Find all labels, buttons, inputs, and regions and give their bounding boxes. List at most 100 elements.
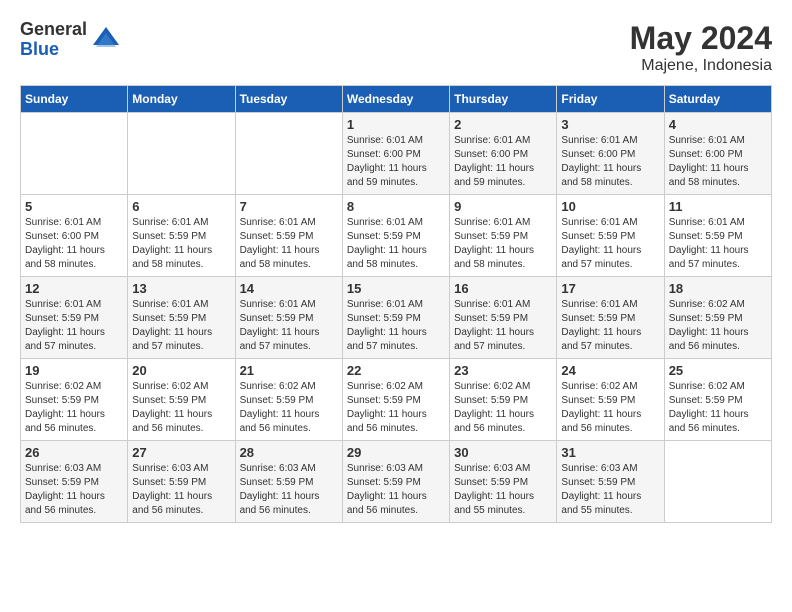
- day-cell: 28 Sunrise: 6:03 AM Sunset: 5:59 PM Dayli…: [235, 441, 342, 523]
- day-cell: 29 Sunrise: 6:03 AM Sunset: 5:59 PM Dayli…: [342, 441, 449, 523]
- day-number: 3: [561, 117, 659, 132]
- day-cell: 13 Sunrise: 6:01 AM Sunset: 5:59 PM Dayli…: [128, 277, 235, 359]
- day-number: 22: [347, 363, 445, 378]
- header-tuesday: Tuesday: [235, 86, 342, 113]
- day-number: 11: [669, 199, 767, 214]
- month-title: May 2024: [630, 20, 772, 57]
- header-sunday: Sunday: [21, 86, 128, 113]
- day-cell: 10Sunrise: 6:01 AM Sunset: 5:59 PM Dayli…: [557, 195, 664, 277]
- day-cell: 11Sunrise: 6:01 AM Sunset: 5:59 PM Dayli…: [664, 195, 771, 277]
- day-number: 25: [669, 363, 767, 378]
- day-info: Sunrise: 6:01 AM Sunset: 6:00 PM Dayligh…: [669, 134, 767, 190]
- day-number: 13: [132, 281, 230, 296]
- day-number: 1: [347, 117, 445, 132]
- page-header: General Blue May 2024 Majene, Indonesia: [20, 20, 772, 75]
- day-cell: 2Sunrise: 6:01 AM Sunset: 6:00 PM Daylig…: [450, 113, 557, 195]
- day-info: Sunrise: 6:01 AM Sunset: 5:59 PM Dayligh…: [454, 298, 552, 354]
- day-info: Sunrise: 6:01 AM Sunset: 5:59 PM Dayligh…: [561, 298, 659, 354]
- day-number: 10: [561, 199, 659, 214]
- day-cell: 1 Sunrise: 6:01 AM Sunset: 6:00 PM Daylig…: [342, 113, 449, 195]
- day-number: 19: [25, 363, 123, 378]
- header-friday: Friday: [557, 86, 664, 113]
- day-number: 20: [132, 363, 230, 378]
- day-cell: 27 Sunrise: 6:03 AM Sunset: 5:59 PM Dayli…: [128, 441, 235, 523]
- header-monday: Monday: [128, 86, 235, 113]
- day-info: Sunrise: 6:01 AM Sunset: 5:59 PM Dayligh…: [240, 216, 338, 272]
- day-number: 29: [347, 445, 445, 460]
- day-info: Sunrise: 6:01 AM Sunset: 5:59 PM Dayligh…: [132, 298, 230, 354]
- day-info: Sunrise: 6:03 AM Sunset: 5:59 PM Dayligh…: [347, 462, 445, 518]
- day-info: Sunrise: 6:01 AM Sunset: 5:59 PM Dayligh…: [132, 216, 230, 272]
- day-cell: [128, 113, 235, 195]
- day-number: 31: [561, 445, 659, 460]
- day-number: 21: [240, 363, 338, 378]
- day-cell: 21 Sunrise: 6:02 AM Sunset: 5:59 PM Dayli…: [235, 359, 342, 441]
- location-title: Majene, Indonesia: [630, 57, 772, 75]
- day-info: Sunrise: 6:02 AM Sunset: 5:59 PM Dayligh…: [240, 380, 338, 436]
- week-row-2: 5 Sunrise: 6:01 AM Sunset: 6:00 PM Daylig…: [21, 195, 772, 277]
- week-row-5: 26Sunrise: 6:03 AM Sunset: 5:59 PM Dayli…: [21, 441, 772, 523]
- day-cell: 19 Sunrise: 6:02 AM Sunset: 5:59 PM Dayli…: [21, 359, 128, 441]
- day-cell: 24Sunrise: 6:02 AM Sunset: 5:59 PM Dayli…: [557, 359, 664, 441]
- day-cell: 4 Sunrise: 6:01 AM Sunset: 6:00 PM Daylig…: [664, 113, 771, 195]
- day-number: 27: [132, 445, 230, 460]
- calendar-table: SundayMondayTuesdayWednesdayThursdayFrid…: [20, 85, 772, 523]
- day-cell: 18 Sunrise: 6:02 AM Sunset: 5:59 PM Dayli…: [664, 277, 771, 359]
- day-number: 7: [240, 199, 338, 214]
- logo-blue: Blue: [20, 40, 87, 60]
- day-number: 28: [240, 445, 338, 460]
- day-number: 17: [561, 281, 659, 296]
- day-cell: 26Sunrise: 6:03 AM Sunset: 5:59 PM Dayli…: [21, 441, 128, 523]
- header-saturday: Saturday: [664, 86, 771, 113]
- day-number: 15: [347, 281, 445, 296]
- day-info: Sunrise: 6:01 AM Sunset: 5:59 PM Dayligh…: [240, 298, 338, 354]
- day-number: 23: [454, 363, 552, 378]
- day-info: Sunrise: 6:03 AM Sunset: 5:59 PM Dayligh…: [454, 462, 552, 518]
- day-info: Sunrise: 6:01 AM Sunset: 5:59 PM Dayligh…: [25, 298, 123, 354]
- day-number: 5: [25, 199, 123, 214]
- logo: General Blue: [20, 20, 121, 60]
- day-number: 4: [669, 117, 767, 132]
- day-number: 30: [454, 445, 552, 460]
- logo-icon: [91, 25, 121, 55]
- day-info: Sunrise: 6:02 AM Sunset: 5:59 PM Dayligh…: [25, 380, 123, 436]
- day-info: Sunrise: 6:03 AM Sunset: 5:59 PM Dayligh…: [561, 462, 659, 518]
- day-cell: 22 Sunrise: 6:02 AM Sunset: 5:59 PM Dayli…: [342, 359, 449, 441]
- day-cell: 8Sunrise: 6:01 AM Sunset: 5:59 PM Daylig…: [342, 195, 449, 277]
- day-cell: 12 Sunrise: 6:01 AM Sunset: 5:59 PM Dayli…: [21, 277, 128, 359]
- day-cell: [235, 113, 342, 195]
- logo-general: General: [20, 20, 87, 40]
- day-info: Sunrise: 6:02 AM Sunset: 5:59 PM Dayligh…: [669, 380, 767, 436]
- week-row-3: 12 Sunrise: 6:01 AM Sunset: 5:59 PM Dayli…: [21, 277, 772, 359]
- day-info: Sunrise: 6:02 AM Sunset: 5:59 PM Dayligh…: [669, 298, 767, 354]
- day-info: Sunrise: 6:03 AM Sunset: 5:59 PM Dayligh…: [25, 462, 123, 518]
- day-info: Sunrise: 6:02 AM Sunset: 5:59 PM Dayligh…: [347, 380, 445, 436]
- day-info: Sunrise: 6:01 AM Sunset: 6:00 PM Dayligh…: [25, 216, 123, 272]
- week-row-4: 19 Sunrise: 6:02 AM Sunset: 5:59 PM Dayli…: [21, 359, 772, 441]
- day-cell: 25 Sunrise: 6:02 AM Sunset: 5:59 PM Dayli…: [664, 359, 771, 441]
- day-info: Sunrise: 6:01 AM Sunset: 6:00 PM Dayligh…: [347, 134, 445, 190]
- day-info: Sunrise: 6:03 AM Sunset: 5:59 PM Dayligh…: [240, 462, 338, 518]
- day-info: Sunrise: 6:01 AM Sunset: 5:59 PM Dayligh…: [454, 216, 552, 272]
- week-row-1: 1 Sunrise: 6:01 AM Sunset: 6:00 PM Daylig…: [21, 113, 772, 195]
- day-info: Sunrise: 6:02 AM Sunset: 5:59 PM Dayligh…: [561, 380, 659, 436]
- day-number: 6: [132, 199, 230, 214]
- day-info: Sunrise: 6:01 AM Sunset: 5:59 PM Dayligh…: [347, 298, 445, 354]
- day-cell: 7 Sunrise: 6:01 AM Sunset: 5:59 PM Daylig…: [235, 195, 342, 277]
- day-cell: 14 Sunrise: 6:01 AM Sunset: 5:59 PM Dayli…: [235, 277, 342, 359]
- day-info: Sunrise: 6:03 AM Sunset: 5:59 PM Dayligh…: [132, 462, 230, 518]
- day-number: 12: [25, 281, 123, 296]
- calendar-header-row: SundayMondayTuesdayWednesdayThursdayFrid…: [21, 86, 772, 113]
- day-number: 2: [454, 117, 552, 132]
- day-number: 14: [240, 281, 338, 296]
- day-cell: 16Sunrise: 6:01 AM Sunset: 5:59 PM Dayli…: [450, 277, 557, 359]
- day-number: 9: [454, 199, 552, 214]
- day-cell: 9 Sunrise: 6:01 AM Sunset: 5:59 PM Daylig…: [450, 195, 557, 277]
- day-cell: 20Sunrise: 6:02 AM Sunset: 5:59 PM Dayli…: [128, 359, 235, 441]
- day-cell: 30 Sunrise: 6:03 AM Sunset: 5:59 PM Dayli…: [450, 441, 557, 523]
- day-info: Sunrise: 6:01 AM Sunset: 5:59 PM Dayligh…: [347, 216, 445, 272]
- day-cell: [664, 441, 771, 523]
- day-cell: 5 Sunrise: 6:01 AM Sunset: 6:00 PM Daylig…: [21, 195, 128, 277]
- day-number: 18: [669, 281, 767, 296]
- day-cell: 6 Sunrise: 6:01 AM Sunset: 5:59 PM Daylig…: [128, 195, 235, 277]
